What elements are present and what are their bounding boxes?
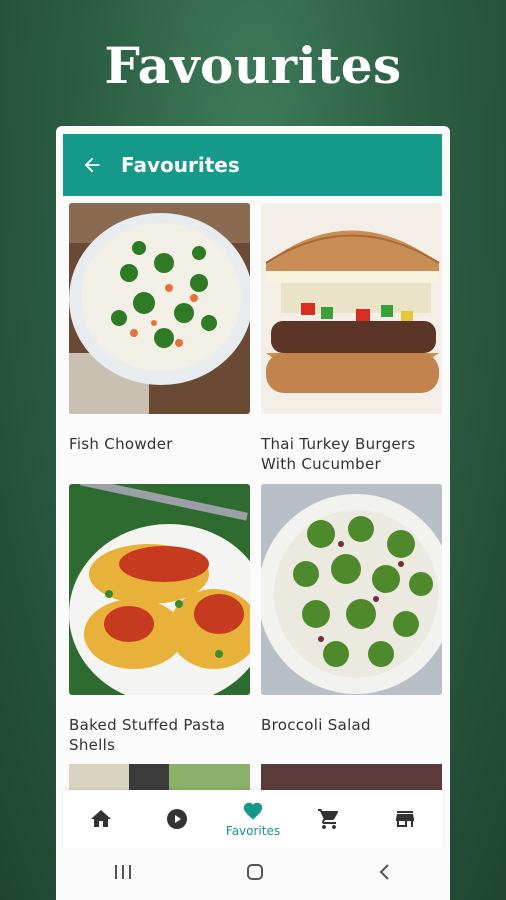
nav-favorites[interactable]: Favorites: [223, 800, 283, 838]
recipe-image: [69, 203, 250, 414]
recipe-image: [69, 484, 250, 695]
store-icon: [396, 811, 414, 827]
recipe-title: Thai Turkey Burgers With Cucumber: [261, 435, 416, 473]
home-system-button[interactable]: [245, 862, 265, 887]
home-circle-icon: [246, 863, 263, 880]
recipe-card[interactable]: Thai Turkey Burgers With Cucumber: [261, 203, 442, 474]
nav-videos[interactable]: [147, 807, 207, 831]
nav-store[interactable]: [375, 807, 435, 831]
page-title: Favourites: [121, 153, 240, 177]
nav-favorites-label: Favorites: [225, 824, 281, 838]
home-icon: [91, 810, 111, 827]
recipe-title: Fish Chowder: [69, 435, 173, 453]
heart-icon: [243, 802, 263, 820]
back-system-button[interactable]: [376, 862, 394, 887]
recipe-card[interactable]: Broccoli Salad: [261, 484, 442, 735]
back-button[interactable]: [63, 134, 121, 196]
recipe-card[interactable]: Fish Chowder: [69, 203, 250, 454]
recipe-title: Baked Stuffed Pasta Shells: [69, 716, 226, 754]
chevron-left-icon: [379, 863, 390, 880]
nav-cart[interactable]: [299, 807, 359, 831]
recipe-title: Broccoli Salad: [261, 716, 371, 734]
recent-apps-button[interactable]: [112, 863, 134, 886]
recents-icon: [114, 864, 131, 879]
recipe-image: [261, 484, 442, 695]
app-bar: Favourites: [63, 134, 442, 196]
phone-screen: Favourites Fish Chowder Thai Turkey Burg…: [56, 126, 450, 900]
arrow-back-icon: [84, 157, 100, 173]
recipe-image: [261, 203, 442, 414]
cart-icon: [318, 809, 339, 829]
promo-headline: Favourites: [104, 36, 402, 95]
bottom-navigation: Favorites: [63, 790, 443, 848]
recipe-card[interactable]: Baked Stuffed Pasta Shells: [69, 484, 250, 755]
nav-home[interactable]: [71, 807, 131, 831]
system-navigation-bar: [56, 848, 450, 900]
play-circle-icon: [167, 809, 187, 829]
